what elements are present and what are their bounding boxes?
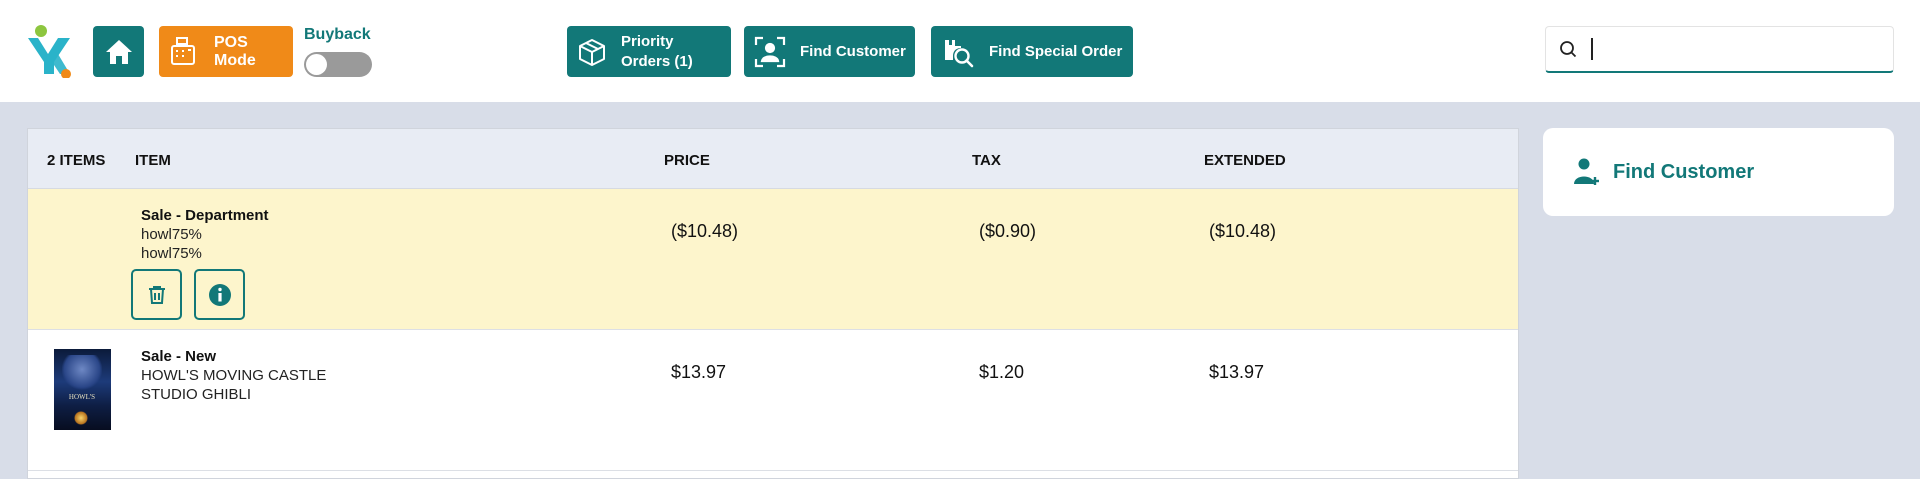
info-icon [208,283,232,307]
tax-column-header: TAX [972,152,1001,169]
row-line2: howl75% [141,245,202,262]
row-price: $13.97 [671,362,727,382]
delete-item-button[interactable] [131,269,182,320]
add-user-icon [1573,157,1601,187]
cash-register-icon [169,36,197,68]
product-thumbnail: HOWL'S [54,349,111,430]
item-info-button[interactable] [194,269,245,320]
pos-mode-label: POS Mode [214,33,256,69]
priority-orders-button[interactable]: Priority Orders (1) [567,26,731,77]
find-special-order-button[interactable]: Find Special Order [931,26,1133,77]
package-icon [577,37,607,67]
item-count-header: 2 ITEMS [47,152,106,169]
priority-orders-line1: Priority [621,32,674,50]
buyback-control: Buyback [304,26,372,77]
search-box[interactable] [1545,26,1894,73]
priority-orders-line2: Orders (1) [621,52,693,70]
row-line2: STUDIO GHIBLI [141,386,252,403]
row-title: Sale - New [141,348,217,365]
find-customer-panel-button[interactable]: Find Customer [1543,128,1894,216]
cart-row-product[interactable]: HOWL'S Sale - New HOWL'S MOVING CASTLE S… [28,330,1518,471]
find-special-order-label: Find Special Order [989,43,1123,60]
top-toolbar: POS Mode Buyback Priority Orders (1) Fin… [0,0,1920,102]
row-tax: $1.20 [979,362,1025,382]
find-customer-toolbar-label: Find Customer [800,43,906,60]
buyback-toggle[interactable] [304,52,372,77]
trash-icon [148,285,166,305]
row-extended: ($10.48) [1209,221,1277,241]
extended-column-header: EXTENDED [1204,152,1286,169]
buyback-label: Buyback [304,26,371,43]
customer-scan-icon [754,36,786,68]
cart-header: 2 ITEMS ITEM PRICE TAX EXTENDED [28,129,1518,189]
toggle-knob [306,54,327,75]
priority-orders-label: Priority Orders (1) [621,32,693,72]
item-column-header: ITEM [135,152,171,169]
row-line1: howl75% [141,226,202,243]
row-price: ($10.48) [671,221,739,241]
app-logo[interactable] [24,24,78,79]
home-button[interactable] [93,26,144,77]
home-icon [104,38,134,66]
price-column-header: PRICE [664,152,710,169]
row-extended: $13.97 [1209,362,1265,382]
order-search-icon [941,36,975,68]
pos-mode-button[interactable]: POS Mode [159,26,293,77]
row-title: Sale - Department [141,207,269,224]
row-tax: ($0.90) [979,221,1037,241]
row-line1: HOWL'S MOVING CASTLE [141,367,327,384]
find-customer-panel-label: Find Customer [1613,160,1755,183]
cart-row-department[interactable]: Sale - Department howl75% howl75% ($10.4… [28,189,1518,330]
search-icon [1559,40,1577,58]
find-customer-toolbar-button[interactable]: Find Customer [744,26,915,77]
cart-table: 2 ITEMS ITEM PRICE TAX EXTENDED Sale - D… [27,128,1519,479]
search-input[interactable] [1587,34,1887,64]
text-caret [1591,38,1593,60]
